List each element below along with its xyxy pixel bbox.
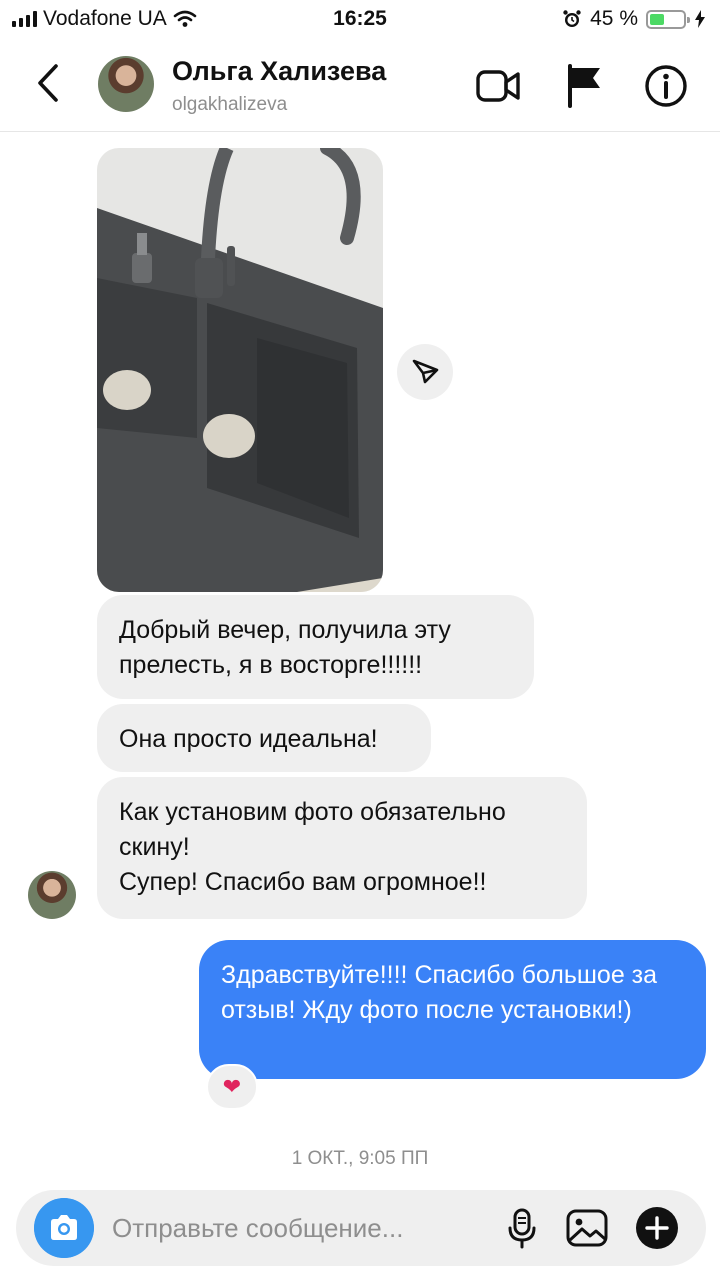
message-input[interactable] [112, 1190, 492, 1266]
gallery-icon[interactable] [565, 1206, 609, 1250]
heart-reaction-icon[interactable]: ❤ [206, 1064, 258, 1110]
sender-avatar[interactable] [28, 871, 76, 919]
status-right: 45 % [562, 7, 706, 31]
message-line: Супер! Спасибо вам огромное!! [119, 868, 487, 896]
video-call-icon[interactable] [474, 62, 522, 110]
incoming-message[interactable]: Добрый вечер, получила эту прелесть, я в… [97, 595, 534, 699]
message-line: Как установим фото обязательно скину! [119, 798, 506, 861]
shared-photo[interactable] [97, 148, 383, 592]
incoming-message[interactable]: Она просто идеальна! [97, 704, 431, 772]
message-timestamp: 1 ОКТ., 9:05 ПП [291, 1148, 429, 1169]
plus-icon[interactable] [635, 1206, 679, 1250]
alarm-icon [563, 10, 581, 27]
outgoing-message[interactable]: Здравствуйте!!!! Спасибо большое за отзы… [199, 940, 706, 1079]
contact-handle: olgakhalizeva [172, 94, 288, 115]
contact-name[interactable]: Ольга Хализева [172, 56, 386, 87]
camera-icon[interactable] [34, 1198, 94, 1258]
flag-icon[interactable] [560, 62, 608, 110]
chat-header: Ольга Хализева olgakhalizeva [0, 38, 720, 132]
message-composer [16, 1190, 706, 1266]
status-bar: Vodafone UA 16:25 45 % [0, 0, 720, 38]
charging-icon [695, 10, 705, 28]
chat-thread: Добрый вечер, получила эту прелесть, я в… [0, 132, 720, 1182]
battery-percent: 45 % [590, 7, 638, 30]
incoming-message[interactable]: Как установим фото обязательно скину! Су… [97, 777, 587, 919]
battery-icon [646, 9, 690, 29]
microphone-icon[interactable] [500, 1206, 544, 1250]
info-icon[interactable] [642, 62, 690, 110]
back-icon[interactable] [28, 60, 68, 106]
avatar[interactable] [98, 56, 154, 112]
share-icon[interactable] [397, 344, 453, 400]
